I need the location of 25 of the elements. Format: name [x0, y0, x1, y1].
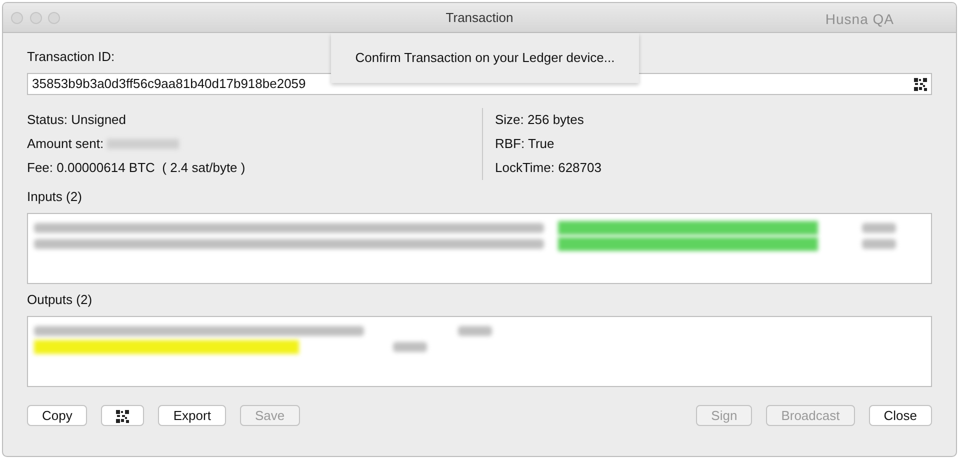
detail-text: LockTime: 628703 — [495, 159, 602, 177]
redacted-amount — [862, 222, 896, 232]
action-button[interactable]: Close — [868, 405, 932, 426]
section-label: Outputs (2) — [27, 291, 94, 309]
action-button[interactable]: Export — [158, 405, 226, 426]
qr-code-icon — [116, 410, 130, 424]
qr-code-icon[interactable] — [914, 78, 927, 90]
field-label: Transaction ID: — [27, 48, 115, 66]
detail-text: Fee: 0.00000614 BTC ( 2.4 sat/byte ) — [27, 159, 246, 177]
detail-text: RBF: True — [495, 135, 556, 153]
redacted-amount — [458, 326, 492, 336]
action-button[interactable]: Copy — [27, 405, 88, 426]
user-label: Husna QA — [825, 10, 894, 29]
detail-text: Size: 256 bytes — [495, 111, 585, 129]
detail-text: Amount sent: — [27, 135, 104, 153]
confirmation-message: Confirm Transaction on your Ledger device... — [355, 49, 615, 68]
redacted-amount — [862, 238, 896, 248]
redacted-amount — [393, 342, 427, 352]
section-label: Inputs (2) — [27, 188, 83, 206]
minimize-window-icon[interactable] — [30, 12, 42, 24]
zoom-window-icon[interactable] — [48, 12, 60, 24]
window-title: Transaction — [446, 8, 514, 27]
qr-code-button[interactable] — [101, 405, 144, 426]
close-window-icon[interactable] — [11, 12, 23, 24]
detail-text: Status: Unsigned — [27, 111, 126, 129]
